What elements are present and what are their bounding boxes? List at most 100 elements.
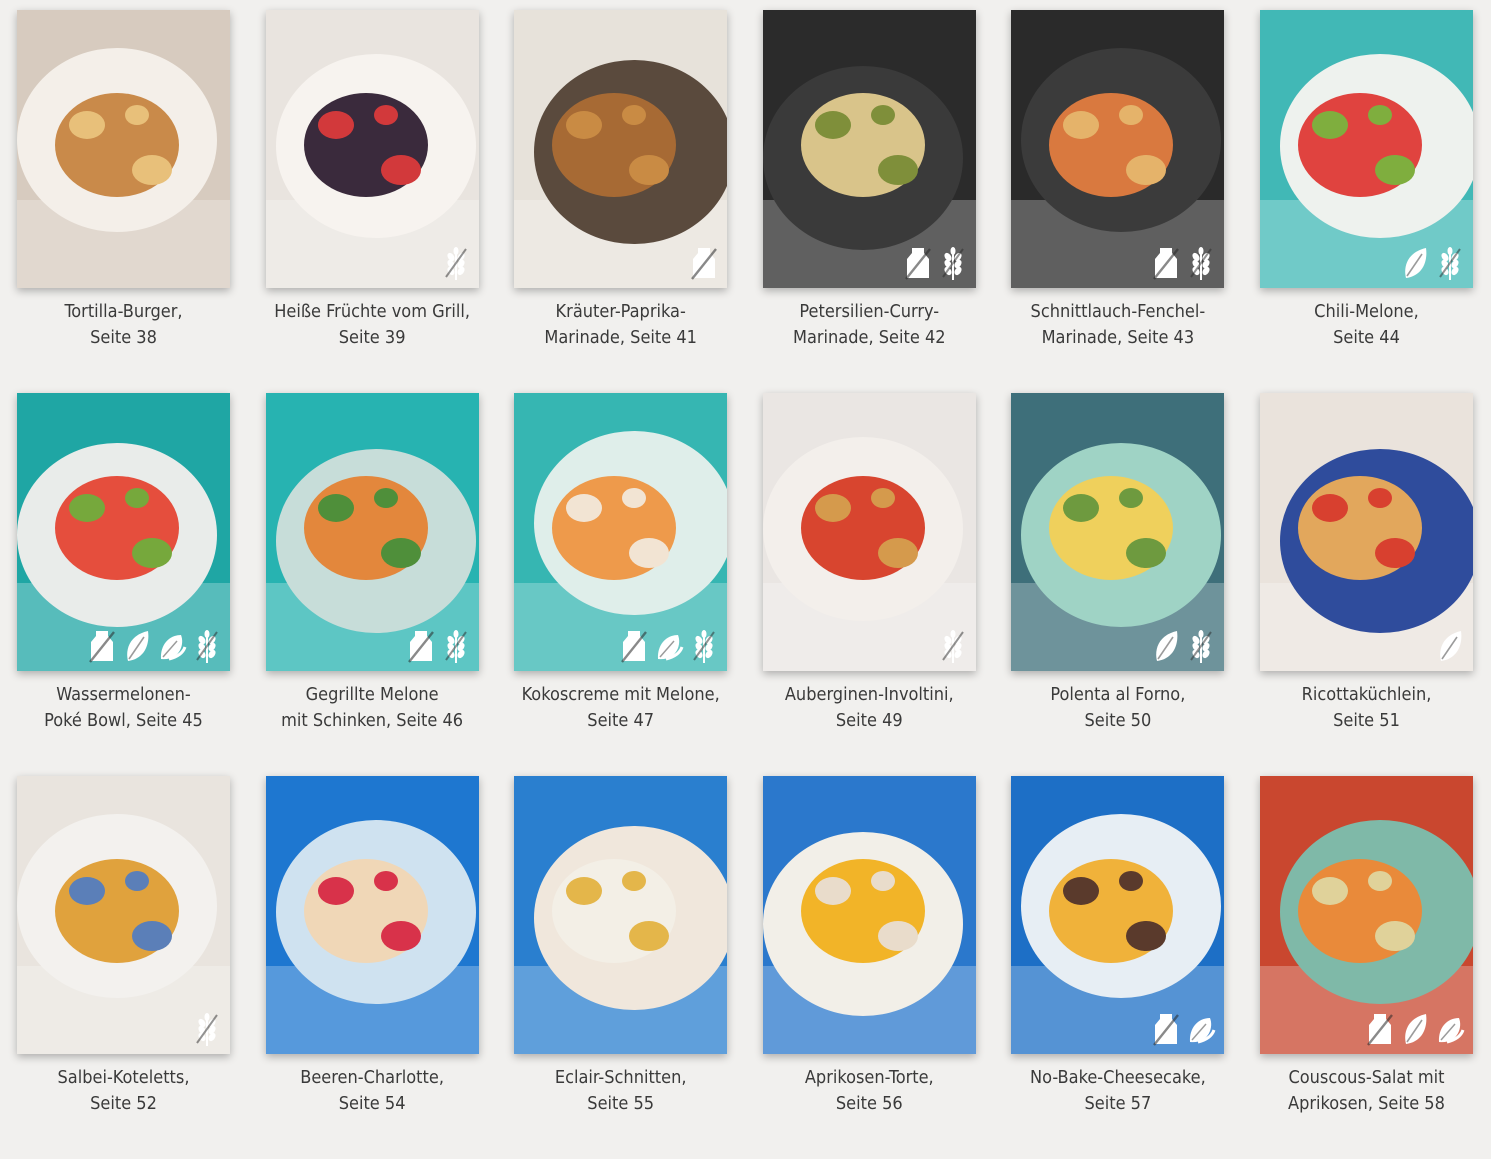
recipe-photo[interactable] (1011, 776, 1225, 1054)
recipe-card-5[interactable]: Schnittlauch-Fenchel- Marinade, Seite 43 (1011, 10, 1225, 393)
recipe-photo-image (762, 776, 976, 1054)
vegan-icon (654, 629, 684, 663)
recipe-photo[interactable] (762, 393, 976, 671)
recipe-title-line-1: Petersilien-Curry- (799, 301, 940, 322)
diet-icons (1151, 1012, 1216, 1046)
recipe-card-11[interactable]: Polenta al Forno, Seite 50 (1011, 393, 1225, 776)
recipe-card-3[interactable]: Kräuter-Paprika- Marinade, Seite 41 (514, 10, 728, 393)
recipe-caption[interactable]: Schnittlauch-Fenchel- Marinade, Seite 43 (1011, 299, 1224, 351)
recipe-caption[interactable]: Heiße Früchte vom Grill, Seite 39 (266, 299, 479, 351)
recipe-title-line-1: Ricottaküchlein, (1301, 684, 1432, 705)
recipe-card-8[interactable]: Gegrillte Melone mit Schinken, Seite 46 (265, 393, 479, 776)
recipe-title-line-2: Seite 50 (1084, 710, 1152, 731)
recipe-title-line-2: Poké Bowl, Seite 45 (44, 710, 203, 731)
diet-icons (441, 246, 471, 280)
recipe-card-14[interactable]: Beeren-Charlotte, Seite 54 (265, 776, 479, 1159)
recipe-title-line-2: Seite 51 (1333, 710, 1400, 731)
recipe-photo[interactable] (17, 393, 230, 671)
recipe-photo[interactable] (1259, 776, 1473, 1054)
recipe-caption[interactable]: Kokoscreme mit Melone, Seite 47 (514, 682, 727, 734)
leaf-icon (1400, 1012, 1430, 1046)
recipe-card-9[interactable]: Kokoscreme mit Melone, Seite 47 (514, 393, 728, 776)
recipe-card-15[interactable]: Eclair-Schnitten, Seite 55 (514, 776, 728, 1159)
grain-icon (1435, 246, 1465, 280)
recipe-photo[interactable] (1011, 10, 1225, 288)
diet-icons (1365, 1012, 1465, 1046)
recipe-title-line-2: mit Schinken, Seite 46 (281, 710, 464, 731)
milk-icon (619, 629, 649, 663)
recipe-card-1[interactable]: Tortilla-Burger, Seite 38 (17, 10, 230, 393)
recipe-photo[interactable] (1259, 393, 1473, 671)
diet-icons (903, 246, 968, 280)
recipe-card-17[interactable]: No-Bake-Cheesecake, Seite 57 (1011, 776, 1225, 1159)
recipe-photo[interactable] (265, 776, 479, 1054)
recipe-grid: Tortilla-Burger, Seite 38 Heiße Früchte … (17, 10, 1473, 1159)
recipe-photo[interactable] (17, 10, 230, 288)
recipe-title-line-1: No-Bake-Cheesecake, (1030, 1067, 1206, 1088)
recipe-card-7[interactable]: Wassermelonen- Poké Bowl, Seite 45 (17, 393, 230, 776)
recipe-caption[interactable]: Polenta al Forno, Seite 50 (1011, 682, 1224, 734)
recipe-photo[interactable] (514, 393, 728, 671)
recipe-card-6[interactable]: Chili-Melone, Seite 44 (1259, 10, 1473, 393)
diet-icons (406, 629, 471, 663)
recipe-caption[interactable]: Aprikosen-Torte, Seite 56 (763, 1065, 976, 1117)
recipe-card-4[interactable]: Petersilien-Curry- Marinade, Seite 42 (762, 10, 976, 393)
diet-icons (619, 629, 719, 663)
recipe-title-line-1: Chili-Melone, (1314, 301, 1419, 322)
recipe-caption[interactable]: Gegrillte Melone mit Schinken, Seite 46 (266, 682, 479, 734)
leaf-icon (122, 629, 152, 663)
recipe-title-line-1: Gegrillte Melone (305, 684, 439, 705)
recipe-title-line-1: Beeren-Charlotte, (300, 1067, 444, 1088)
recipe-title-line-2: Marinade, Seite 43 (1041, 327, 1195, 348)
grain-icon (441, 246, 471, 280)
recipe-card-12[interactable]: Ricottaküchlein, Seite 51 (1259, 393, 1473, 776)
recipe-caption[interactable]: Tortilla-Burger, Seite 38 (17, 299, 230, 351)
recipe-title-line-2: Seite 54 (338, 1093, 406, 1114)
recipe-caption[interactable]: No-Bake-Cheesecake, Seite 57 (1011, 1065, 1224, 1117)
recipe-card-16[interactable]: Aprikosen-Torte, Seite 56 (762, 776, 976, 1159)
recipe-photo[interactable] (265, 393, 479, 671)
recipe-photo[interactable] (762, 776, 976, 1054)
recipe-title-line-2: Seite 55 (587, 1093, 655, 1114)
recipe-title-line-2: Seite 38 (90, 327, 157, 348)
recipe-caption[interactable]: Salbei-Koteletts, Seite 52 (17, 1065, 230, 1117)
recipe-caption[interactable]: Beeren-Charlotte, Seite 54 (266, 1065, 479, 1117)
recipe-photo[interactable] (1259, 10, 1473, 288)
recipe-title-line-2: Marinade, Seite 41 (544, 327, 697, 348)
grain-icon (192, 1012, 222, 1046)
recipe-title-line-2: Seite 52 (90, 1093, 157, 1114)
recipe-photo[interactable] (514, 776, 728, 1054)
recipe-title-line-1: Eclair-Schnitten, (554, 1067, 687, 1088)
grain-icon (938, 246, 968, 280)
recipe-title-line-2: Seite 49 (835, 710, 903, 731)
milk-icon (1151, 1012, 1181, 1046)
recipe-caption[interactable]: Eclair-Schnitten, Seite 55 (514, 1065, 727, 1117)
diet-icons (1151, 246, 1216, 280)
recipe-photo[interactable] (514, 10, 728, 288)
grain-icon (192, 629, 222, 663)
diet-icons (192, 1012, 222, 1046)
recipe-caption[interactable]: Kräuter-Paprika- Marinade, Seite 41 (514, 299, 727, 351)
recipe-caption[interactable]: Ricottaküchlein, Seite 51 (1260, 682, 1473, 734)
recipe-caption[interactable]: Couscous-Salat mit Aprikosen, Seite 58 (1260, 1065, 1473, 1117)
recipe-photo-image (514, 776, 728, 1054)
recipe-card-2[interactable]: Heiße Früchte vom Grill, Seite 39 (265, 10, 479, 393)
recipe-title-line-1: Couscous-Salat mit (1288, 1067, 1445, 1088)
recipe-caption[interactable]: Chili-Melone, Seite 44 (1260, 299, 1473, 351)
recipe-caption[interactable]: Auberginen-Involtini, Seite 49 (763, 682, 976, 734)
recipe-title-line-1: Polenta al Forno, (1050, 684, 1186, 705)
grain-icon (689, 629, 719, 663)
diet-icons (938, 629, 968, 663)
recipe-caption[interactable]: Wassermelonen- Poké Bowl, Seite 45 (17, 682, 230, 734)
recipe-card-13[interactable]: Salbei-Koteletts, Seite 52 (17, 776, 230, 1159)
recipe-photo[interactable] (762, 10, 976, 288)
recipe-caption[interactable]: Petersilien-Curry- Marinade, Seite 42 (763, 299, 976, 351)
recipe-photo[interactable] (1011, 393, 1225, 671)
recipe-title-line-1: Aprikosen-Torte, (804, 1067, 934, 1088)
recipe-photo[interactable] (17, 776, 230, 1054)
milk-icon (1151, 246, 1181, 280)
recipe-card-10[interactable]: Auberginen-Involtini, Seite 49 (762, 393, 976, 776)
recipe-photo[interactable] (265, 10, 479, 288)
recipe-card-18[interactable]: Couscous-Salat mit Aprikosen, Seite 58 (1259, 776, 1473, 1159)
vegan-icon (157, 629, 187, 663)
